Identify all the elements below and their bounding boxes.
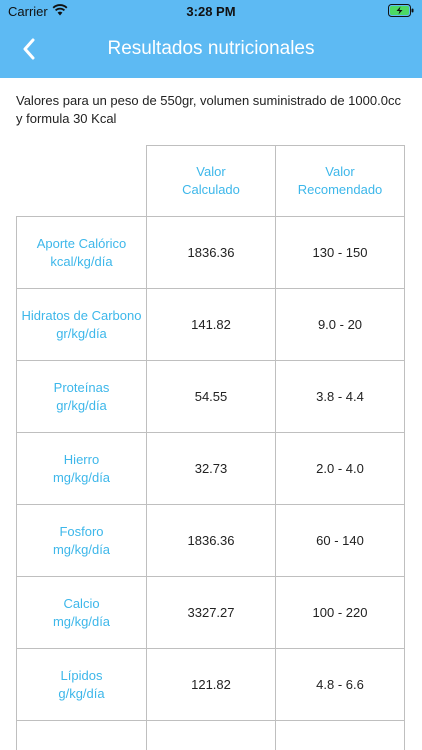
nutrient-label-line1: Calcio — [63, 595, 100, 611]
calculated-value: 121.82 — [146, 648, 276, 721]
column-header-label-line2: Recomendado — [297, 182, 383, 197]
battery-charging-icon — [388, 4, 414, 17]
nutrient-label-line2: mg/kg/día — [52, 469, 111, 485]
clock: 3:28 PM — [186, 4, 236, 19]
row-label: Aporte Calórico kcal/kg/día — [16, 216, 147, 289]
nutrient-label-line1: Fosforo — [59, 523, 104, 539]
recommended-value: 2.0 - 4.0 — [275, 432, 405, 505]
calculated-value: 141.82 — [146, 288, 276, 361]
nutrient-label-line2: gr/kg/día — [56, 325, 107, 341]
recommended-value: 3.8 - 4.4 — [275, 360, 405, 433]
navigation-bar: Carrier 3:28 PM Resultados nutricionales — [0, 0, 422, 78]
row-label: Hierro mg/kg/día — [16, 432, 147, 505]
row-label: Hidratos de Carbono gr/kg/día — [16, 288, 147, 361]
recommended-value-partial — [275, 720, 405, 750]
recommended-value: 60 - 140 — [275, 504, 405, 577]
nutrient-label: Calcio mg/kg/día — [53, 595, 110, 631]
calculated-value: 32.73 — [146, 432, 276, 505]
nutrient-label-line1: Proteínas — [53, 379, 110, 395]
column-header-label: Valor Recomendado — [298, 163, 383, 199]
recommended-value: 100 - 220 — [275, 576, 405, 649]
status-bar: Carrier 3:28 PM — [0, 0, 422, 24]
row-label: Fosforo mg/kg/día — [16, 504, 147, 577]
calculated-value-partial — [146, 720, 276, 750]
row-label: Calcio mg/kg/día — [16, 576, 147, 649]
row-label: Proteínas gr/kg/día — [16, 360, 147, 433]
nutrient-label: Hierro mg/kg/día — [53, 451, 110, 487]
nutrient-label-line1: Hidratos de Carbono — [21, 307, 142, 323]
nutrient-label-line1: Hierro — [63, 451, 100, 467]
row-label-partial — [16, 720, 147, 750]
recommended-value: 4.8 - 6.6 — [275, 648, 405, 721]
nutrient-label-line1: Aporte Calórico — [36, 235, 127, 251]
calculated-value: 1836.36 — [146, 504, 276, 577]
column-header: Valor Recomendado — [275, 145, 405, 217]
nutrient-label: Hidratos de Carbono gr/kg/día — [22, 307, 142, 343]
column-header: Valor Calculado — [146, 145, 276, 217]
column-header-label-line2: Calculado — [182, 182, 240, 197]
calculated-value: 54.55 — [146, 360, 276, 433]
nutrient-label-line2: gr/kg/día — [56, 397, 107, 413]
calculated-value: 3327.27 — [146, 576, 276, 649]
nutrient-label: Lípidos g/kg/día — [58, 667, 104, 703]
column-header-label-line1: Valor — [196, 164, 226, 179]
nutrient-label: Fosforo mg/kg/día — [53, 523, 110, 559]
column-header-label: Valor Calculado — [182, 163, 240, 199]
nutrient-label-line2: mg/kg/día — [52, 613, 111, 629]
nutrient-label: Aporte Calórico kcal/kg/día — [37, 235, 127, 271]
nutrient-label-line2: kcal/kg/día — [50, 253, 113, 269]
calculated-value: 1836.36 — [146, 216, 276, 289]
nutrient-label: Proteínas gr/kg/día — [54, 379, 110, 415]
column-header-label-line1: Valor — [325, 164, 355, 179]
nutrient-label-line2: mg/kg/día — [52, 541, 111, 557]
row-label: Lípidos g/kg/día — [16, 648, 147, 721]
page-title: Resultados nutricionales — [107, 38, 315, 59]
recommended-value: 130 - 150 — [275, 216, 405, 289]
recommended-value: 9.0 - 20 — [275, 288, 405, 361]
nutrient-label-line2: g/kg/día — [58, 685, 105, 701]
nutrient-label-line1: Lípidos — [60, 667, 103, 683]
intro-text: Valores para un peso de 550gr, volumen s… — [16, 93, 401, 126]
